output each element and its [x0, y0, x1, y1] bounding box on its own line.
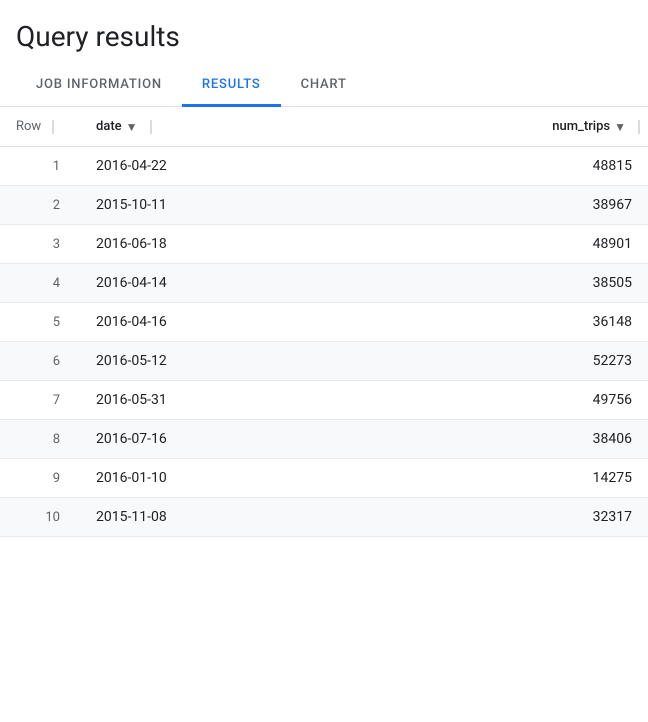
cell-num-trips: 52273	[352, 342, 648, 381]
cell-row-number: 2	[0, 186, 80, 225]
cell-num-trips: 38967	[352, 186, 648, 225]
cell-row-number: 5	[0, 303, 80, 342]
table-row: 62016-05-1252273	[0, 342, 648, 381]
cell-row-number: 6	[0, 342, 80, 381]
table-header-row: Row date ▼ num_trips ▼	[0, 107, 648, 147]
cell-num-trips: 49756	[352, 381, 648, 420]
cell-row-number: 9	[0, 459, 80, 498]
cell-row-number: 4	[0, 264, 80, 303]
cell-row-number: 7	[0, 381, 80, 420]
table-body: 12016-04-224881522015-10-113896732016-06…	[0, 147, 648, 537]
cell-date: 2016-04-14	[80, 264, 352, 303]
table-row: 52016-04-1636148	[0, 303, 648, 342]
cell-date: 2016-05-12	[80, 342, 352, 381]
tab-chart[interactable]: CHART	[281, 63, 367, 106]
sort-icon-date[interactable]: ▼	[126, 120, 138, 134]
page-header: Query results	[0, 0, 648, 63]
cell-num-trips: 48901	[352, 225, 648, 264]
cell-num-trips: 14275	[352, 459, 648, 498]
col-header-num-trips: num_trips ▼	[352, 107, 648, 147]
table-row: 72016-05-3149756	[0, 381, 648, 420]
table-row: 102015-11-0832317	[0, 498, 648, 537]
results-table: Row date ▼ num_trips ▼	[0, 107, 648, 537]
cell-date: 2015-10-11	[80, 186, 352, 225]
cell-row-number: 10	[0, 498, 80, 537]
results-table-container: Row date ▼ num_trips ▼	[0, 107, 648, 537]
col-header-row: Row	[0, 107, 80, 147]
resize-handle-num-trips[interactable]	[638, 120, 640, 134]
cell-row-number: 1	[0, 147, 80, 186]
resize-handle-row[interactable]	[52, 120, 54, 134]
cell-date: 2016-04-22	[80, 147, 352, 186]
cell-date: 2016-01-10	[80, 459, 352, 498]
page-container: Query results JOB INFORMATION RESULTS CH…	[0, 0, 648, 537]
tab-job-information[interactable]: JOB INFORMATION	[16, 63, 182, 106]
tabs-bar: JOB INFORMATION RESULTS CHART	[0, 63, 648, 107]
tab-results[interactable]: RESULTS	[182, 63, 281, 106]
cell-date: 2015-11-08	[80, 498, 352, 537]
col-header-date: date ▼	[80, 107, 352, 147]
table-row: 42016-04-1438505	[0, 264, 648, 303]
cell-date: 2016-06-18	[80, 225, 352, 264]
table-row: 82016-07-1638406	[0, 420, 648, 459]
table-row: 92016-01-1014275	[0, 459, 648, 498]
cell-num-trips: 48815	[352, 147, 648, 186]
cell-num-trips: 38406	[352, 420, 648, 459]
table-row: 22015-10-1138967	[0, 186, 648, 225]
cell-row-number: 8	[0, 420, 80, 459]
cell-date: 2016-05-31	[80, 381, 352, 420]
cell-row-number: 3	[0, 225, 80, 264]
cell-num-trips: 32317	[352, 498, 648, 537]
table-row: 32016-06-1848901	[0, 225, 648, 264]
cell-date: 2016-07-16	[80, 420, 352, 459]
table-row: 12016-04-2248815	[0, 147, 648, 186]
cell-num-trips: 36148	[352, 303, 648, 342]
resize-handle-date[interactable]	[150, 120, 152, 134]
page-title: Query results	[16, 20, 632, 53]
cell-date: 2016-04-16	[80, 303, 352, 342]
cell-num-trips: 38505	[352, 264, 648, 303]
sort-icon-num-trips[interactable]: ▼	[614, 120, 626, 134]
